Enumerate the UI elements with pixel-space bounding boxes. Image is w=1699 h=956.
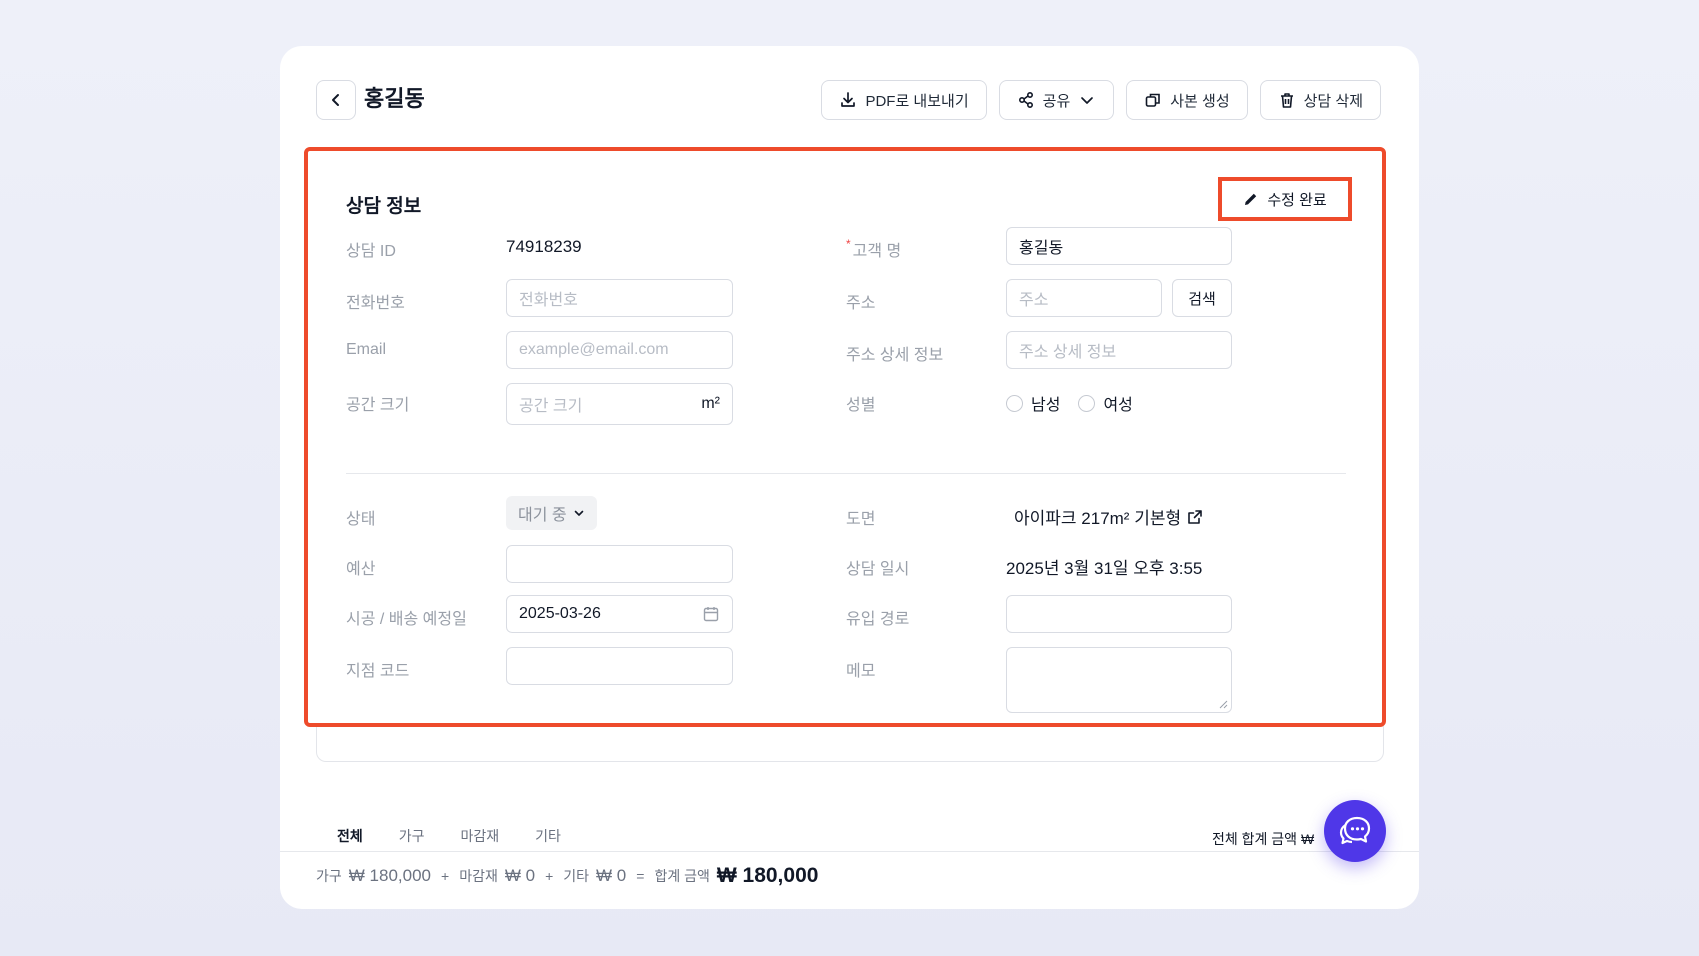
edit-done-button[interactable]: 수정 완료	[1218, 177, 1352, 221]
floorplan-label: 도면	[846, 511, 876, 528]
resize-grip-icon[interactable]	[1219, 700, 1228, 709]
status-label: 상태	[346, 511, 376, 528]
duplicate-button[interactable]: 사본 생성	[1126, 80, 1248, 120]
finishing-summary-amount: ₩ 0	[504, 866, 536, 885]
cost-summary: 가구 ₩ 180,000 + 마감재 ₩ 0 + 기타 ₩ 0 = 합계 금액 …	[316, 864, 818, 888]
consult-id-value: 74918239	[506, 237, 582, 256]
delete-label: 상담 삭제	[1303, 92, 1363, 110]
budget-input[interactable]	[506, 545, 733, 583]
duplicate-label: 사본 생성	[1170, 92, 1230, 110]
floorplan-value: 아이파크 217m² 기본형	[1014, 509, 1182, 528]
section-divider	[346, 473, 1346, 474]
delete-consultation-button[interactable]: 상담 삭제	[1259, 80, 1381, 120]
customer-name-label: * 고객 명	[846, 237, 901, 261]
space-size-input[interactable]: 공간 크기 m²	[506, 383, 733, 425]
phone-input[interactable]: 전화번호	[506, 279, 733, 317]
chevron-down-icon	[574, 510, 583, 516]
radio-button[interactable]	[1006, 394, 1023, 412]
total-amount-label: 전체 합계 금액 ₩	[1212, 831, 1315, 847]
phone-label: 전화번호	[346, 295, 405, 312]
address-input[interactable]: 주소	[1006, 279, 1162, 317]
consultation-card: 홍길동 PDF로 내보내기 공유 사본 생성 상담 삭제 상담 정보 수정 완료…	[280, 46, 1419, 909]
gender-radio-group: 남성 여성	[1006, 391, 1133, 415]
pencil-icon	[1245, 193, 1257, 205]
address-label: 주소	[846, 295, 876, 312]
tab-etc[interactable]: 기타	[535, 826, 561, 846]
finishing-summary-label: 마감재	[459, 868, 498, 884]
inflow-input[interactable]	[1006, 595, 1232, 633]
chevron-down-icon	[1081, 97, 1094, 104]
export-pdf-label: PDF로 내보내기	[865, 92, 969, 110]
memo-label: 메모	[846, 663, 876, 680]
download-icon	[841, 92, 856, 107]
header-toolbar: PDF로 내보내기 공유 사본 생성 상담 삭제	[821, 80, 1381, 120]
schedule-date-input[interactable]: 2025-03-26	[506, 595, 733, 633]
space-size-label: 공간 크기	[346, 397, 410, 414]
calendar-icon[interactable]	[702, 605, 720, 623]
share-label: 공유	[1042, 92, 1071, 110]
export-pdf-button[interactable]: PDF로 내보내기	[821, 80, 987, 120]
status-value: 대기 중	[518, 507, 567, 524]
customer-name-input[interactable]: 홍길동	[1006, 227, 1232, 265]
address-search-button[interactable]: 검색	[1172, 279, 1232, 317]
customer-name-label-text: 고객 명	[852, 243, 902, 260]
branch-code-input[interactable]	[506, 647, 733, 685]
back-button[interactable]	[316, 80, 356, 120]
share-icon	[1018, 91, 1033, 109]
bottom-divider	[280, 851, 1419, 852]
budget-label: 예산	[346, 561, 376, 578]
schedule-date-value: 2025-03-26	[519, 605, 601, 622]
consult-id-label: 상담 ID	[346, 243, 396, 260]
schedule-label: 시공 / 배송 예정일	[346, 611, 467, 628]
gender-option-label: 여성	[1103, 397, 1133, 414]
floorplan-link[interactable]: 아이파크 217m² 기본형	[1014, 504, 1203, 529]
gender-option-female[interactable]: 여성	[1078, 391, 1133, 415]
furniture-summary-label: 가구	[316, 868, 342, 884]
email-input[interactable]: example@email.com	[506, 331, 733, 369]
space-size-placeholder: 공간 크기	[519, 398, 583, 415]
page-title: 홍길동	[364, 86, 425, 111]
tab-all[interactable]: 전체	[337, 826, 363, 846]
radio-button[interactable]	[1078, 394, 1096, 412]
email-label: Email	[346, 341, 387, 358]
section-title: 상담 정보	[346, 196, 422, 217]
chat-button[interactable]	[1324, 800, 1386, 862]
chat-bubble-icon	[1339, 816, 1371, 845]
plus-sign: +	[441, 868, 450, 884]
branch-code-label: 지점 코드	[346, 663, 410, 680]
inflow-label: 유입 경로	[846, 611, 910, 628]
external-link-icon	[1188, 509, 1202, 524]
address-detail-input[interactable]: 주소 상세 정보	[1006, 331, 1232, 369]
grand-total-amount: ₩ 180,000	[716, 864, 819, 887]
chevron-left-icon	[332, 94, 339, 106]
required-mark: *	[846, 237, 851, 251]
equals-sign: =	[636, 868, 645, 884]
address-detail-label: 주소 상세 정보	[846, 347, 944, 364]
gender-label: 성별	[846, 397, 876, 414]
category-tabs: 전체 가구 마감재 기타	[337, 826, 561, 846]
memo-textarea[interactable]	[1006, 647, 1232, 713]
plus-sign: +	[545, 868, 554, 884]
etc-summary-amount: ₩ 0	[596, 866, 627, 885]
tab-finishing[interactable]: 마감재	[461, 826, 500, 846]
status-select[interactable]: 대기 중	[506, 496, 597, 530]
grand-total-label: 합계 금액	[654, 868, 710, 884]
consult-datetime-value: 2025년 3월 31일 오후 3:55	[1006, 559, 1203, 578]
gender-option-label: 남성	[1031, 397, 1061, 414]
consult-datetime-label: 상담 일시	[846, 561, 910, 578]
furniture-summary-amount: ₩ 180,000	[348, 866, 431, 885]
trash-icon	[1280, 93, 1293, 108]
square-meter-unit: m²	[701, 395, 720, 412]
share-dropdown-button[interactable]: 공유	[998, 80, 1115, 120]
gender-option-male[interactable]: 남성	[1006, 391, 1060, 415]
etc-summary-label: 기타	[563, 868, 590, 884]
tab-furniture[interactable]: 가구	[399, 826, 425, 846]
edit-done-label: 수정 완료	[1267, 191, 1327, 209]
consultation-info-section: 상담 정보 수정 완료 상담 ID 74918239 전화번호 전화번호 Ema…	[304, 147, 1386, 727]
copy-icon	[1145, 93, 1161, 107]
